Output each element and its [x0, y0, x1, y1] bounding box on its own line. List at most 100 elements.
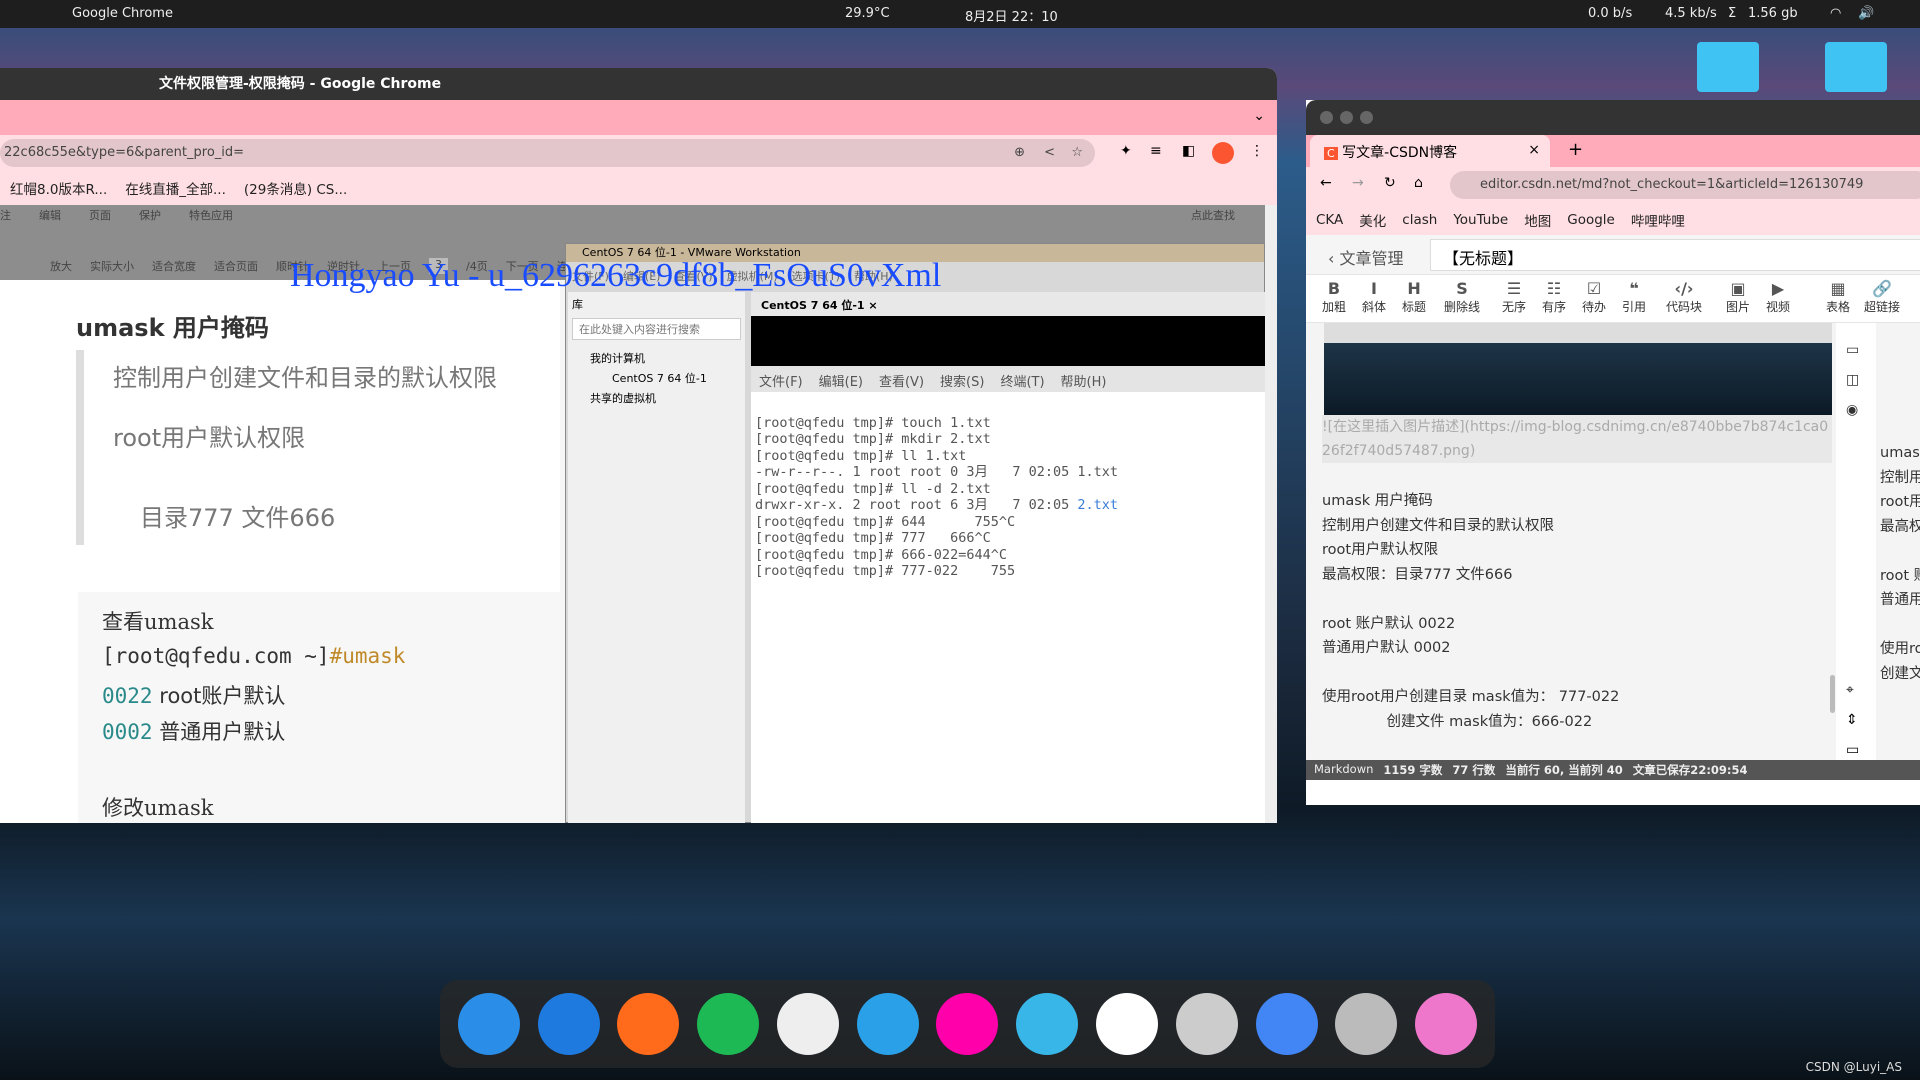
toolbar-删除线-button[interactable]: S 删除线: [1444, 279, 1480, 315]
bookmark[interactable]: YouTube: [1453, 212, 1508, 228]
locate-icon[interactable]: ⌖: [1846, 675, 1859, 705]
url-text[interactable]: 22c68c55e&type=6&parent_pro_id=: [4, 145, 244, 160]
tab-csdn[interactable]: C 写文章-CSDN博客 ×: [1310, 135, 1550, 167]
back-icon[interactable]: ←: [1320, 175, 1332, 191]
menu-item[interactable]: 编辑: [39, 207, 61, 223]
new-tab-button[interactable]: +: [1568, 139, 1583, 160]
bookmark[interactable]: Google: [1567, 212, 1615, 228]
maximize-window-button[interactable]: [1360, 111, 1373, 124]
memory: 1.56 gb: [1748, 6, 1798, 21]
app-icon[interactable]: [776, 993, 839, 1055]
toolbar-有序-button[interactable]: ☷ 有序: [1542, 279, 1566, 315]
app-store-2-icon[interactable]: [1016, 993, 1079, 1055]
fit-width-button[interactable]: 适合宽度: [152, 258, 196, 274]
clock[interactable]: 8月2日 22：10: [965, 6, 1058, 25]
zoom-icon[interactable]: ⊕: [1014, 139, 1025, 167]
reading-list-icon[interactable]: ≡: [1150, 143, 1162, 159]
image-markdown[interactable]: ![在这里插入图片描述](https://img-blog.csdnimg.cn…: [1322, 415, 1832, 463]
actual-size-button[interactable]: 实际大小: [90, 258, 134, 274]
toolbar-引用-button[interactable]: ❝ 引用: [1622, 279, 1646, 315]
toolbar-待办-button[interactable]: ☑ 待办: [1582, 279, 1606, 315]
terminal-output[interactable]: [root@qfedu tmp]# touch 1.txt [root@qfedu…: [755, 398, 1118, 580]
close-tab-icon[interactable]: ×: [1528, 142, 1540, 158]
firefox-icon[interactable]: [617, 993, 680, 1055]
vm-tab[interactable]: CentOS 7 64 位-1 ×: [751, 292, 1266, 316]
minimize-window-button[interactable]: [1340, 111, 1353, 124]
bookmark[interactable]: CKA: [1316, 212, 1343, 228]
title-input[interactable]: 【无标题】: [1430, 239, 1920, 271]
tree-item[interactable]: 共享的虚拟机: [568, 386, 745, 406]
launchpad-icon[interactable]: [1415, 993, 1478, 1055]
bookmark[interactable]: 在线直播_全部...: [125, 178, 226, 198]
sync-scroll-icon[interactable]: ⇕: [1846, 705, 1859, 735]
folder-icon[interactable]: [1825, 42, 1887, 92]
menu-item[interactable]: 查看(V): [879, 371, 924, 390]
back-to-articles[interactable]: ‹ 文章管理: [1328, 245, 1404, 269]
toolbar-无序-button[interactable]: ☰ 无序: [1502, 279, 1526, 315]
bookmark[interactable]: 地图: [1524, 210, 1551, 230]
app-store-icon[interactable]: [537, 993, 600, 1055]
zoom-in-button[interactable]: 放大: [50, 258, 72, 274]
markdown-editor[interactable]: umask 用户掩码 控制用户创建文件和目录的默认权限 root用户默认权限 最高权限…: [1322, 489, 1619, 734]
toolbar-表格-button[interactable]: ▦ 表格: [1826, 279, 1850, 315]
home-folder-icon[interactable]: [1697, 42, 1759, 92]
toolbar-代码块-button[interactable]: ‹/› 代码块: [1666, 279, 1702, 315]
volume-icon[interactable]: 🔊: [1858, 6, 1874, 21]
forward-icon[interactable]: →: [1352, 175, 1364, 191]
preview-icon[interactable]: ◉: [1846, 395, 1866, 425]
library-search[interactable]: 在此处键入内容进行搜索: [572, 318, 741, 340]
toolbar-视频-button[interactable]: ▶ 视频: [1766, 279, 1790, 315]
reload-icon[interactable]: ↻: [1384, 175, 1396, 191]
bookmark[interactable]: (29条消息) CS...: [244, 178, 347, 198]
profile-avatar[interactable]: [1212, 142, 1234, 164]
spotify-icon[interactable]: [697, 993, 760, 1055]
bookmark[interactable]: clash: [1402, 212, 1437, 228]
toolbar-icon: I: [1371, 279, 1377, 298]
trash-icon[interactable]: [1175, 993, 1238, 1055]
tree-item[interactable]: 我的计算机: [568, 342, 745, 366]
address-bar[interactable]: editor.csdn.net/md?not_checkout=1&articl…: [1450, 171, 1920, 199]
toolbar-标题-button[interactable]: H 标题: [1402, 279, 1426, 315]
menu-item[interactable]: 搜索(S): [940, 371, 984, 390]
finder-icon[interactable]: [457, 993, 520, 1055]
photos-icon[interactable]: [936, 993, 999, 1055]
bookmark[interactable]: 哔哩哔哩: [1631, 210, 1685, 230]
scrollbar[interactable]: [1265, 205, 1277, 823]
menu-item[interactable]: 帮助(H): [1061, 371, 1107, 390]
menu-item[interactable]: 注: [0, 207, 11, 223]
bookmark[interactable]: 美化: [1359, 210, 1386, 230]
disk-icon[interactable]: [1335, 993, 1398, 1055]
tasks-icon[interactable]: [1096, 993, 1159, 1055]
side-panel-icon[interactable]: ◧: [1182, 143, 1195, 159]
menu-item[interactable]: 保护: [139, 207, 161, 223]
star-icon[interactable]: ☆: [1071, 139, 1083, 167]
bookmark[interactable]: 红帽8.0版本R...: [10, 178, 107, 198]
active-app[interactable]: Google Chrome: [72, 6, 173, 21]
toolbar-加粗-button[interactable]: B 加粗: [1322, 279, 1346, 315]
split-view-icon[interactable]: ◫: [1846, 365, 1866, 395]
fullscreen-icon[interactable]: ▭: [1846, 735, 1859, 765]
menu-item[interactable]: 编辑(E): [819, 371, 863, 390]
menu-icon[interactable]: ⋮: [1250, 143, 1264, 159]
home-icon[interactable]: ⌂: [1414, 175, 1423, 191]
wifi-icon[interactable]: ◠: [1830, 6, 1841, 21]
toolbar-图片-button[interactable]: ▣ 图片: [1726, 279, 1750, 315]
address-bar[interactable]: 22c68c55e&type=6&parent_pro_id= ⊕ < ☆: [0, 139, 1095, 167]
toolbar-超链接-button[interactable]: 🔗 超链接: [1864, 279, 1900, 315]
close-window-button[interactable]: [1320, 111, 1333, 124]
tab-list-chevron-icon[interactable]: ⌄: [1253, 108, 1265, 124]
editor-scrollbar[interactable]: [1830, 675, 1835, 713]
menu-item[interactable]: 文件(F): [759, 371, 803, 390]
tree-item[interactable]: CentOS 7 64 位-1: [568, 366, 745, 386]
menu-item[interactable]: 特色应用: [189, 207, 233, 223]
share-icon[interactable]: <: [1044, 139, 1055, 167]
mail-icon[interactable]: [856, 993, 919, 1055]
chrome-icon[interactable]: [1255, 993, 1318, 1055]
fit-page-button[interactable]: 适合页面: [214, 258, 258, 274]
menu-item[interactable]: 终端(T): [1000, 371, 1044, 390]
layout-icon[interactable]: ▭: [1846, 335, 1866, 365]
extensions-icon[interactable]: ✦: [1120, 143, 1132, 159]
toolbar-斜体-button[interactable]: I 斜体: [1362, 279, 1386, 315]
pdf-search[interactable]: 点此查找: [1191, 207, 1235, 223]
menu-item[interactable]: 页面: [89, 207, 111, 223]
